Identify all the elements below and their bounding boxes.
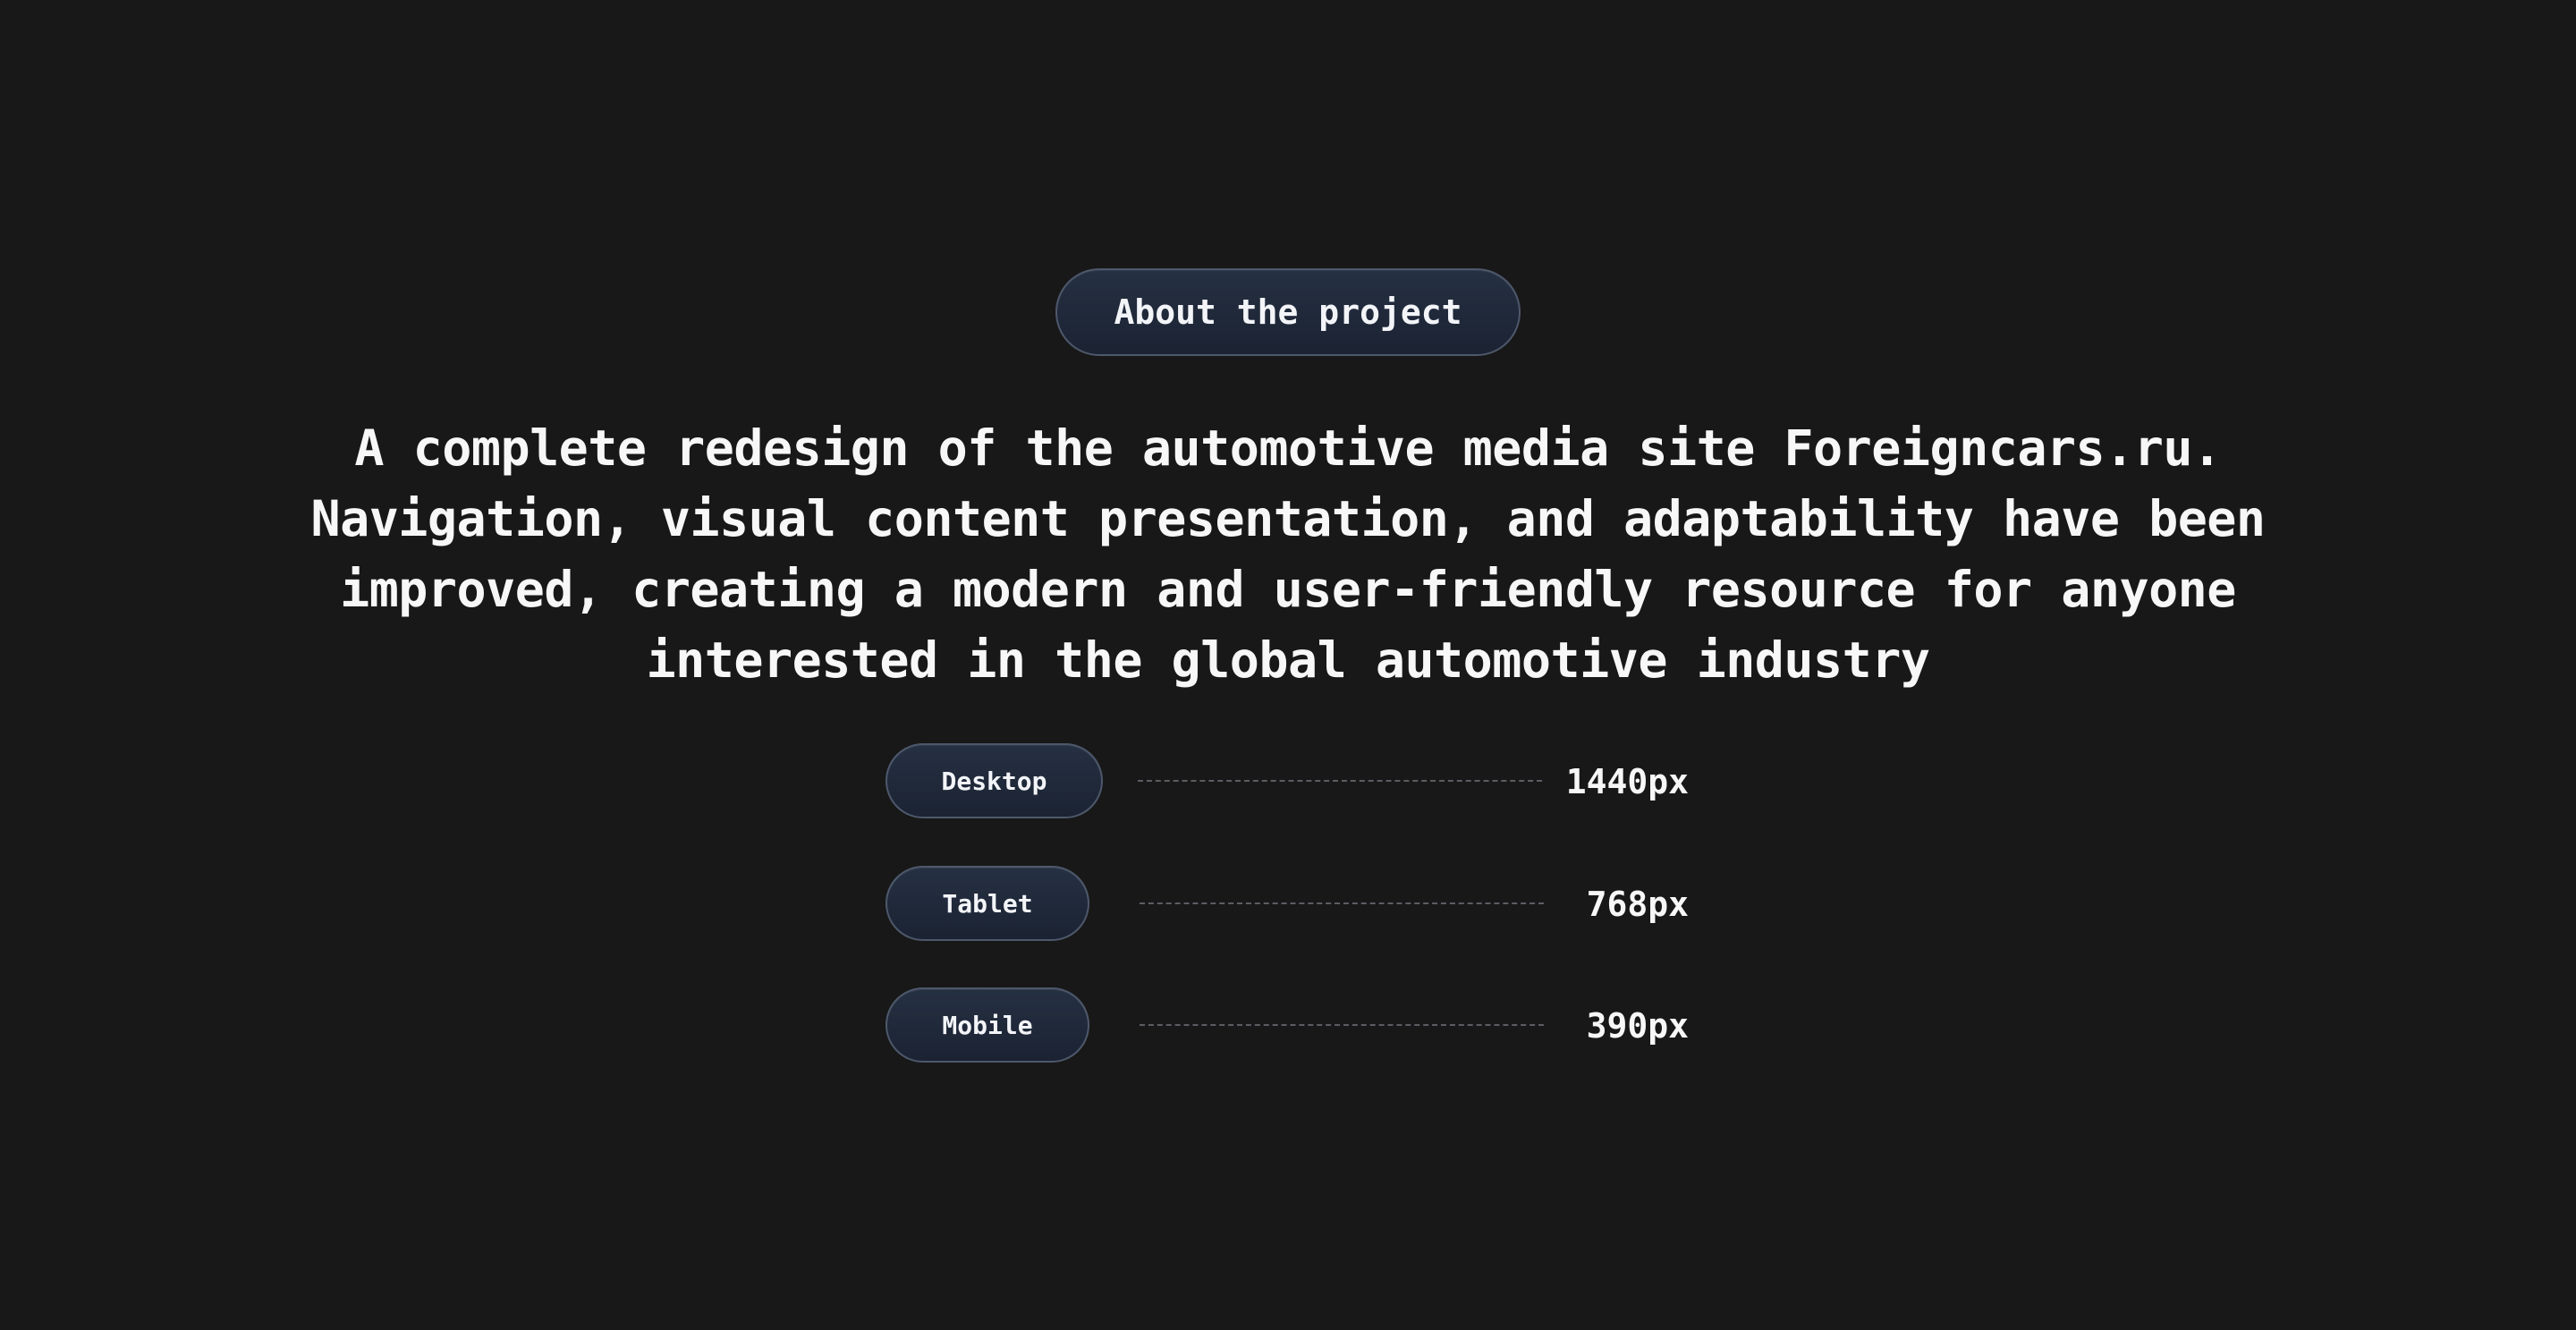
description-line-1: A complete redesign of the automotive me… [354, 419, 2222, 477]
project-description: A complete redesign of the automotive me… [215, 413, 2361, 696]
about-project-badge: About the project [1055, 268, 1521, 356]
breakpoint-mobile-dashed-line [1140, 1024, 1544, 1026]
breakpoint-tablet-dashed-line [1140, 902, 1544, 904]
breakpoint-mobile-value: 390px [1586, 1006, 1689, 1046]
breakpoint-desktop-value: 1440px [1565, 762, 1689, 801]
breakpoint-tablet-value: 768px [1586, 885, 1689, 924]
description-line-2: Navigation, visual content presentation,… [310, 490, 2266, 547]
breakpoint-desktop-badge: Desktop [886, 743, 1103, 818]
breakpoint-tablet-badge: Tablet [886, 866, 1089, 941]
breakpoint-desktop-dashed-line [1138, 780, 1542, 782]
description-line-3: improved, creating a modern and user-fri… [340, 561, 2236, 618]
breakpoint-mobile-badge: Mobile [886, 987, 1089, 1063]
description-line-4: interested in the global automotive indu… [646, 631, 1930, 689]
